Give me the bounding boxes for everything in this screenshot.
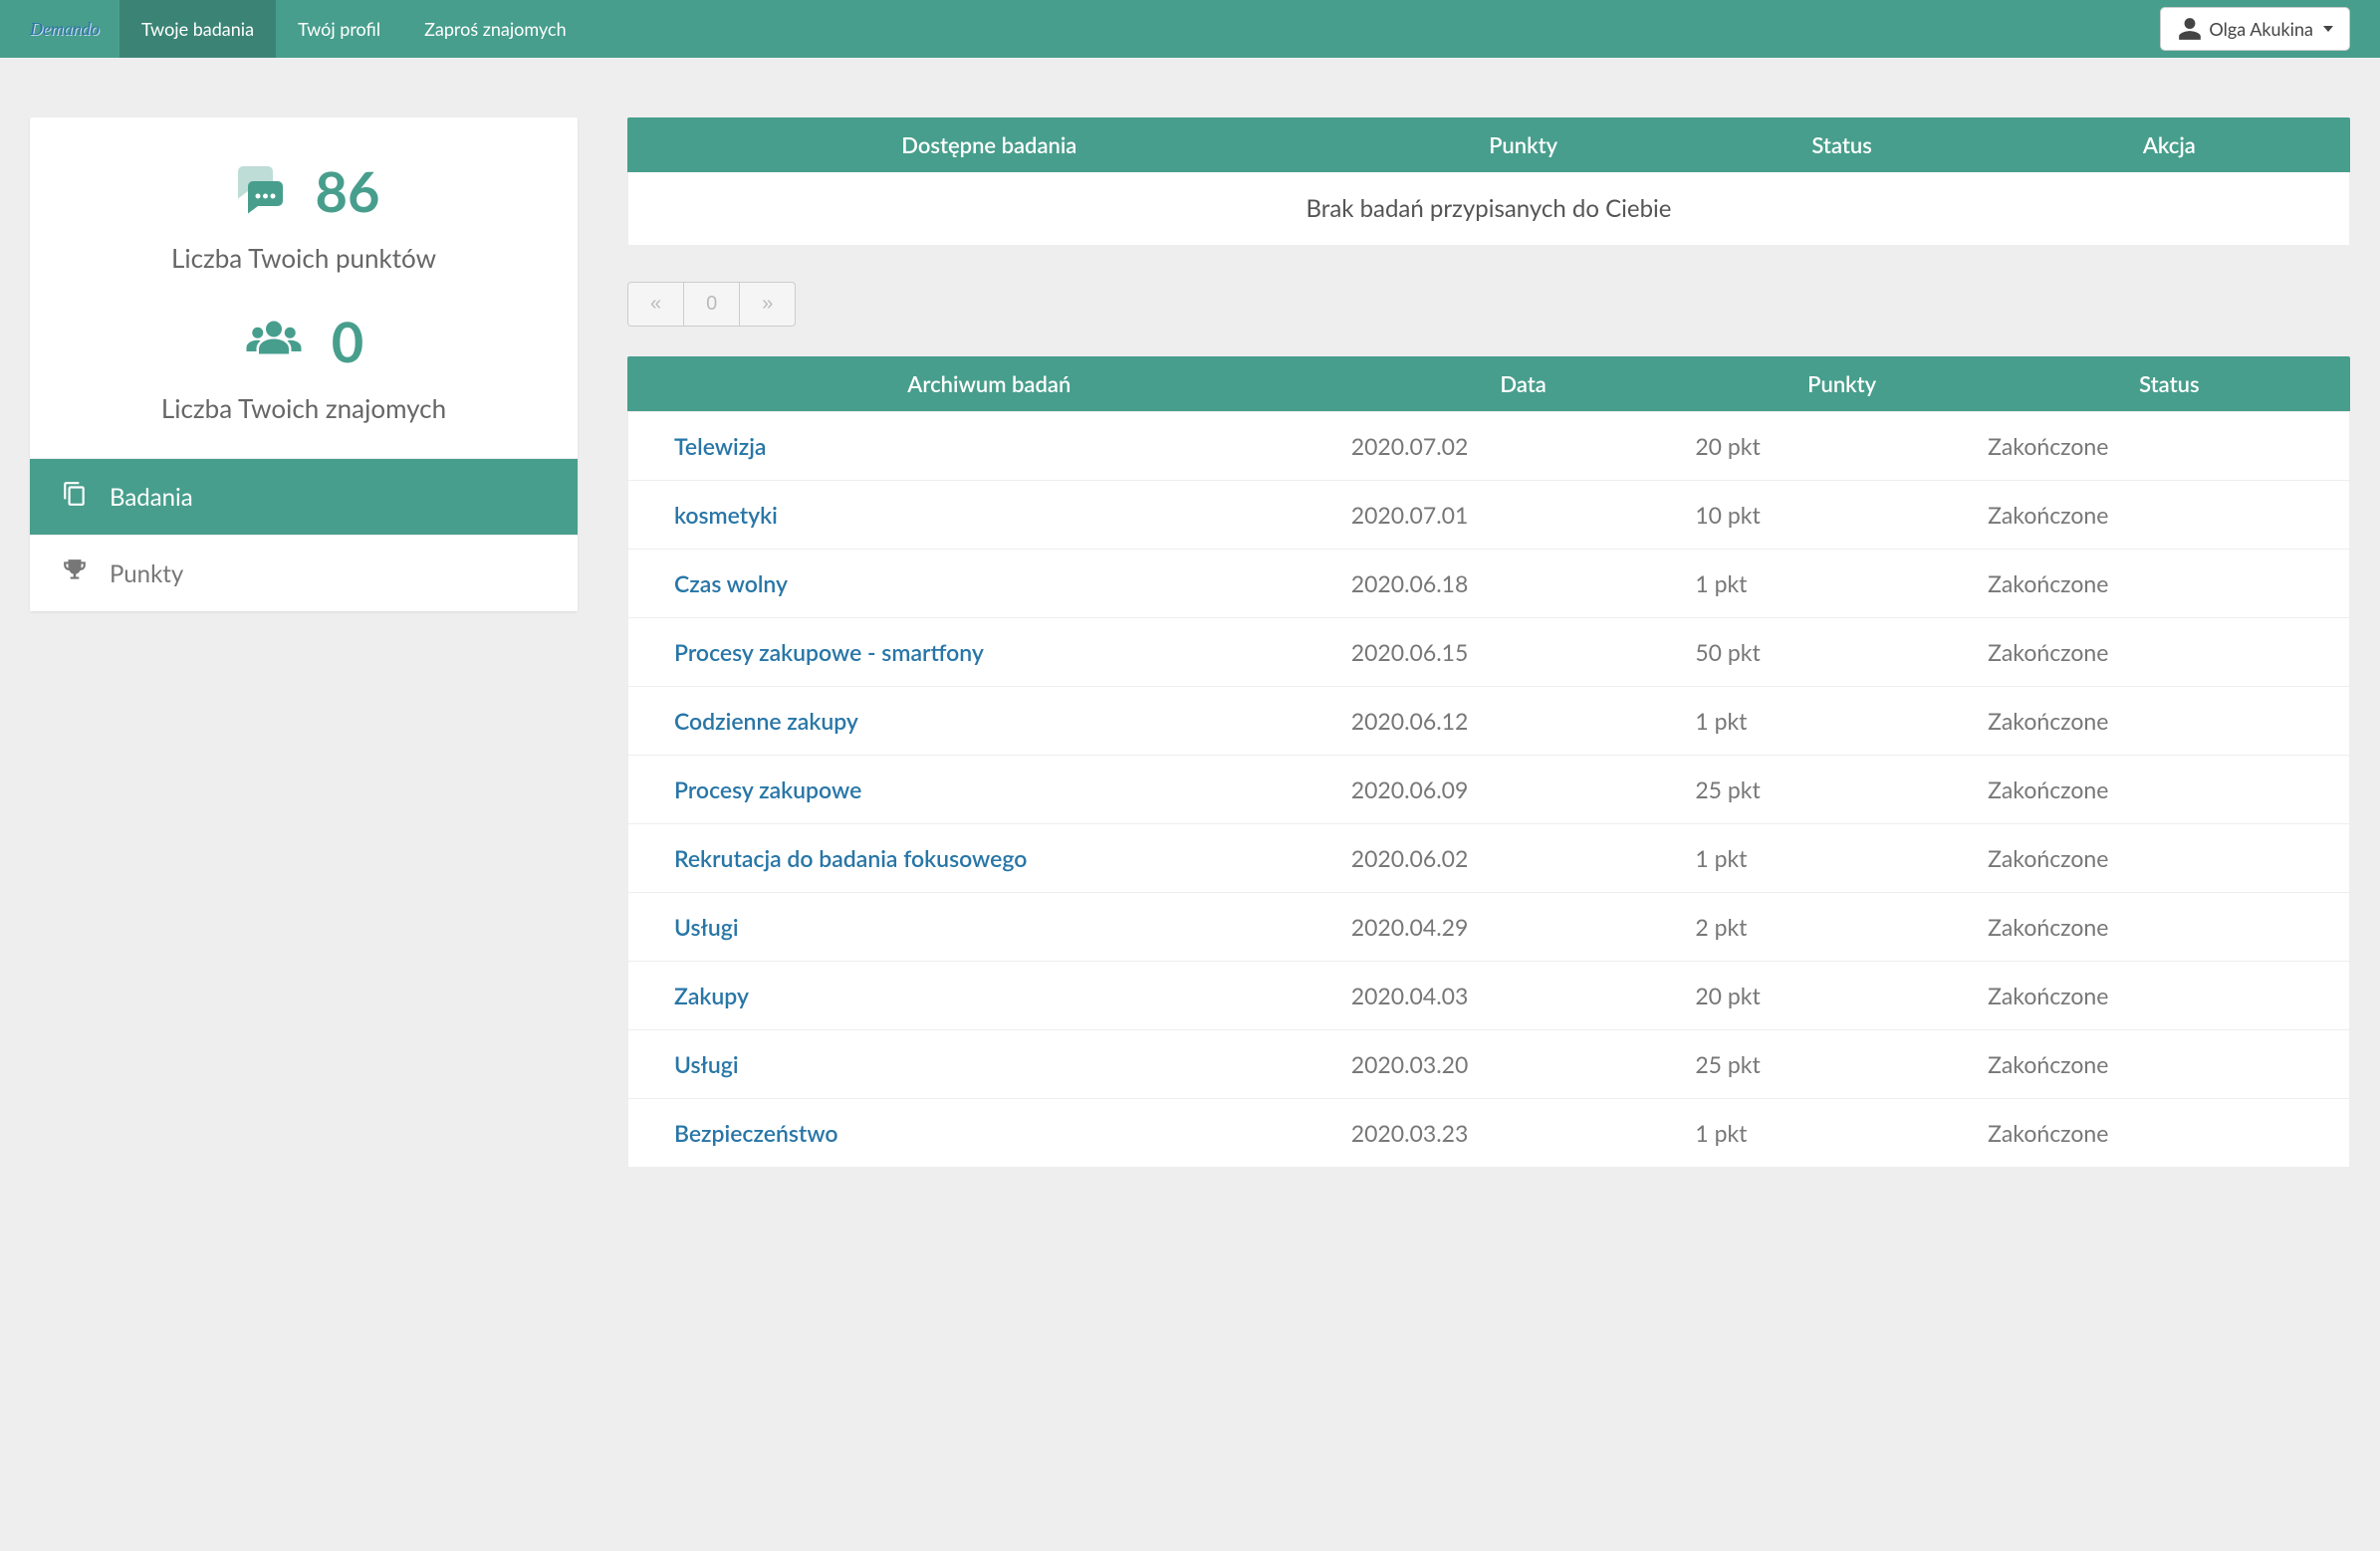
archive-row: Usługi 2020.03.2025 pktZakończone	[628, 1029, 2349, 1098]
chat-icon	[228, 161, 288, 221]
archive-points: 20 pkt	[1695, 432, 1988, 460]
archive-link[interactable]: Telewizja	[674, 432, 766, 460]
archive-link[interactable]: Zakupy	[674, 982, 749, 1009]
archive-points: 10 pkt	[1695, 501, 1988, 529]
col-available-points: Punkty	[1351, 131, 1696, 158]
archive-points: 50 pkt	[1695, 638, 1988, 666]
col-available-action: Akcja	[1989, 131, 2350, 158]
archive-link[interactable]: kosmetyki	[674, 501, 778, 529]
archive-date: 2020.03.20	[1351, 1050, 1696, 1078]
archive-date: 2020.06.18	[1351, 569, 1696, 597]
sidebar-menu-badania[interactable]: Badania	[30, 458, 578, 535]
pager: « 0 »	[627, 282, 2350, 327]
friends-label: Liczba Twoich znajomych	[50, 392, 558, 424]
archive-row: Zakupy 2020.04.0320 pktZakończone	[628, 961, 2349, 1029]
copy-icon	[62, 481, 88, 513]
archive-row: Procesy zakupowe 2020.06.0925 pktZakończo…	[628, 755, 2349, 823]
user-name: Olga Akukina	[2209, 18, 2313, 40]
archive-status: Zakończone	[1988, 638, 2349, 666]
archive-points: 1 pkt	[1695, 707, 1988, 735]
archive-points: 20 pkt	[1695, 982, 1988, 1009]
nav-item-0[interactable]: Twoje badania	[119, 0, 276, 58]
friends-value: 0	[332, 308, 363, 374]
archive-row: Codzienne zakupy 2020.06.121 pktZakończon…	[628, 686, 2349, 755]
nav-item-2[interactable]: Zaproś znajomych	[402, 0, 589, 58]
archive-row: Rekrutacja do badania fokusowego 2020.06.…	[628, 823, 2349, 892]
archive-points: 25 pkt	[1695, 776, 1988, 803]
archive-status: Zakończone	[1988, 1119, 2349, 1147]
archive-status: Zakończone	[1988, 982, 2349, 1009]
archive-link[interactable]: Codzienne zakupy	[674, 707, 858, 735]
archive-row: kosmetyki 2020.07.0110 pktZakończone	[628, 480, 2349, 549]
points-value: 86	[316, 157, 380, 224]
archive-date: 2020.07.02	[1351, 432, 1696, 460]
col-archive-status: Status	[1989, 370, 2350, 397]
col-archive-date: Data	[1351, 370, 1696, 397]
user-icon	[2177, 16, 2203, 42]
col-available-status: Status	[1696, 131, 1989, 158]
archive-link[interactable]: Rekrutacja do badania fokusowego	[674, 844, 1027, 872]
archive-date: 2020.06.09	[1351, 776, 1696, 803]
archive-points: 2 pkt	[1695, 913, 1988, 941]
available-empty-message: Brak badań przypisanych do Ciebie	[627, 172, 2350, 246]
archive-link[interactable]: Procesy zakupowe - smartfony	[674, 638, 984, 666]
brand-logo[interactable]: Demando	[30, 19, 119, 40]
col-archive-name: Archiwum badań	[627, 370, 1351, 397]
archive-date: 2020.04.29	[1351, 913, 1696, 941]
pager-page-button[interactable]: 0	[684, 282, 740, 327]
archive-link[interactable]: Usługi	[674, 1050, 739, 1078]
archive-date: 2020.06.12	[1351, 707, 1696, 735]
points-label: Liczba Twoich punktów	[50, 242, 558, 274]
archive-link[interactable]: Usługi	[674, 913, 739, 941]
user-dropdown[interactable]: Olga Akukina	[2160, 7, 2350, 51]
archive-points: 25 pkt	[1695, 1050, 1988, 1078]
archive-status: Zakończone	[1988, 707, 2349, 735]
available-studies-panel: Dostępne badania Punkty Status Akcja Bra…	[627, 117, 2350, 246]
archive-date: 2020.04.03	[1351, 982, 1696, 1009]
archive-row: Czas wolny 2020.06.181 pktZakończone	[628, 549, 2349, 617]
archive-link[interactable]: Czas wolny	[674, 569, 788, 597]
archive-date: 2020.03.23	[1351, 1119, 1696, 1147]
archive-date: 2020.07.01	[1351, 501, 1696, 529]
sidebar-menu-punkty[interactable]: Punkty	[30, 535, 578, 611]
archive-panel: Archiwum badań Data Punkty Status Telewi…	[627, 356, 2350, 1168]
top-navbar: Demando Twoje badaniaTwój profilZaproś z…	[0, 0, 2380, 58]
nav-item-1[interactable]: Twój profil	[276, 0, 402, 58]
archive-row: Telewizja 2020.07.0220 pktZakończone	[628, 411, 2349, 480]
archive-points: 1 pkt	[1695, 1119, 1988, 1147]
archive-points: 1 pkt	[1695, 844, 1988, 872]
archive-status: Zakończone	[1988, 913, 2349, 941]
archive-status: Zakończone	[1988, 776, 2349, 803]
archive-date: 2020.06.15	[1351, 638, 1696, 666]
archive-row: Bezpieczeństwo 2020.03.231 pktZakończone	[628, 1098, 2349, 1167]
archive-row: Usługi 2020.04.292 pktZakończone	[628, 892, 2349, 961]
archive-link[interactable]: Procesy zakupowe	[674, 776, 861, 803]
trophy-icon	[62, 557, 88, 589]
archive-status: Zakończone	[1988, 1050, 2349, 1078]
chevron-down-icon	[2323, 26, 2333, 32]
pager-next-button[interactable]: »	[740, 282, 796, 327]
archive-status: Zakończone	[1988, 569, 2349, 597]
pager-prev-button[interactable]: «	[627, 282, 684, 327]
archive-row: Procesy zakupowe - smartfony 2020.06.1550…	[628, 617, 2349, 686]
archive-status: Zakończone	[1988, 501, 2349, 529]
col-available-name: Dostępne badania	[627, 131, 1351, 158]
archive-points: 1 pkt	[1695, 569, 1988, 597]
sidebar-menu-label: Punkty	[110, 559, 183, 588]
archive-date: 2020.06.02	[1351, 844, 1696, 872]
nav-items: Twoje badaniaTwój profilZaproś znajomych	[119, 0, 589, 58]
col-archive-points: Punkty	[1696, 370, 1989, 397]
archive-link[interactable]: Bezpieczeństwo	[674, 1119, 838, 1147]
stats-card: 86 Liczba Twoich punktów 0 Liczba Twoich…	[30, 117, 578, 611]
archive-status: Zakończone	[1988, 432, 2349, 460]
friends-icon	[244, 312, 304, 371]
archive-status: Zakończone	[1988, 844, 2349, 872]
sidebar-menu-label: Badania	[110, 483, 193, 512]
